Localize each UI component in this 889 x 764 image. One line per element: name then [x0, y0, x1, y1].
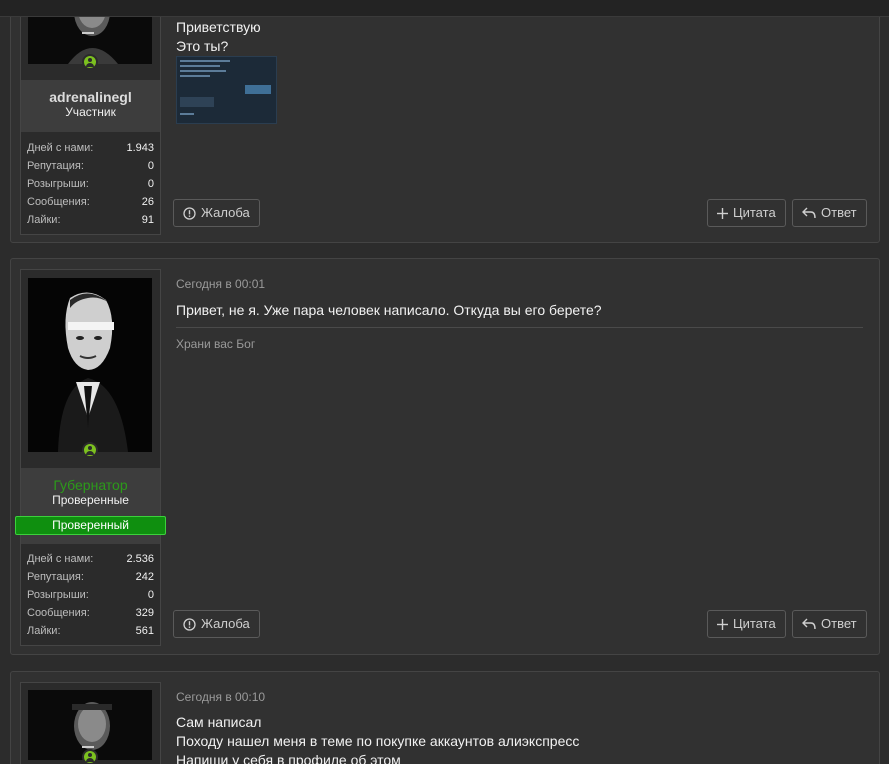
- report-label: Жалоба: [201, 616, 250, 631]
- message-line: Это ты?: [176, 38, 229, 54]
- stat-label: Розыгрыши:: [27, 178, 89, 190]
- stat-value: 329: [135, 607, 154, 619]
- post-1: adrenalinegl Участник Дней с нами: 1.943 …: [10, 0, 880, 243]
- stat-label: Сообщения:: [27, 196, 90, 208]
- report-label: Жалоба: [201, 205, 250, 220]
- post-3: Сегодня в 00:10 Сам написал Походу нашел…: [10, 671, 880, 764]
- quote-label: Цитата: [733, 616, 776, 631]
- online-user-icon: [82, 749, 98, 764]
- reply-icon: [802, 618, 816, 630]
- online-user-icon: [82, 442, 98, 458]
- report-icon: [183, 617, 196, 631]
- stat-value: 26: [141, 196, 154, 208]
- stat-row: Розыгрыши: 0: [27, 586, 154, 604]
- user-banner: Проверенный: [15, 516, 166, 535]
- plus-icon: [717, 618, 728, 630]
- stat-row: Репутация: 242: [27, 568, 154, 586]
- stat-label: Дней с нами:: [27, 553, 94, 565]
- stat-row: Репутация: 0: [27, 157, 154, 175]
- message-body: Привет, не я. Уже пара человек написало.…: [176, 301, 602, 320]
- quote-button[interactable]: Цитата: [707, 610, 786, 638]
- post-2: Губернатор Проверенные Проверенный Дней …: [10, 258, 880, 655]
- user-title: Участник: [65, 105, 116, 119]
- reply-icon: [802, 207, 816, 219]
- attached-image-thumbnail[interactable]: [176, 56, 277, 124]
- user-stats: Дней с нами: 2.536 Репутация: 242 Розыгрыш…: [27, 550, 154, 640]
- message-line: Сам написал: [176, 714, 262, 730]
- user-cell: [20, 682, 161, 764]
- stat-row: Лайки: 561: [27, 622, 154, 640]
- stat-label: Лайки:: [27, 214, 61, 226]
- post-date[interactable]: Сегодня в 00:10: [176, 690, 265, 704]
- stat-value: 0: [147, 178, 154, 190]
- plus-icon: [717, 207, 728, 219]
- user-cell: Губернатор Проверенные Проверенный Дней …: [15, 269, 166, 646]
- stat-label: Лайки:: [27, 625, 61, 637]
- user-cell: adrenalinegl Участник Дней с нами: 1.943 …: [20, 0, 161, 235]
- stat-value: 561: [135, 625, 154, 637]
- stat-row: Лайки: 91: [27, 211, 154, 229]
- stat-row: Сообщения: 26: [27, 193, 154, 211]
- top-bar: [0, 0, 889, 17]
- stat-label: Сообщения:: [27, 607, 90, 619]
- reply-button[interactable]: Ответ: [792, 199, 867, 227]
- reply-button[interactable]: Ответ: [792, 610, 867, 638]
- message-body: Сам написал Походу нашел меня в теме по …: [176, 713, 579, 764]
- message-line: Приветствую: [176, 19, 261, 35]
- user-title: Проверенные: [52, 493, 129, 507]
- report-button[interactable]: Жалоба: [173, 610, 260, 638]
- stat-value: 1.943: [126, 142, 154, 154]
- stat-label: Розыгрыши:: [27, 589, 89, 601]
- message-body: Приветствую Это ты?: [176, 18, 261, 56]
- reply-label: Ответ: [821, 205, 857, 220]
- stat-value: 2.536: [126, 553, 154, 565]
- stat-row: Сообщения: 329: [27, 604, 154, 622]
- avatar[interactable]: [28, 278, 152, 452]
- stat-label: Дней с нами:: [27, 142, 94, 154]
- stat-row: Розыгрыши: 0: [27, 175, 154, 193]
- stat-value: 242: [135, 571, 154, 583]
- stat-label: Репутация:: [27, 571, 84, 583]
- stat-value: 0: [147, 589, 154, 601]
- online-user-icon: [82, 54, 98, 70]
- message-line: Напиши у себя в профиле об этом: [176, 752, 401, 764]
- stat-value: 0: [147, 160, 154, 172]
- signature: Храни вас Бог: [176, 337, 256, 351]
- message-line: Походу нашел меня в теме по покупке акка…: [176, 733, 580, 749]
- message-line: Привет, не я. Уже пара человек написало.…: [176, 302, 602, 318]
- report-button[interactable]: Жалоба: [173, 199, 260, 227]
- username[interactable]: adrenalinegl: [21, 89, 160, 105]
- stat-row: Дней с нами: 1.943: [27, 139, 154, 157]
- quote-button[interactable]: Цитата: [707, 199, 786, 227]
- signature-divider: [176, 327, 863, 328]
- quote-label: Цитата: [733, 205, 776, 220]
- username[interactable]: Губернатор: [21, 477, 160, 493]
- user-stats: Дней с нами: 1.943 Репутация: 0 Розыгрыши:…: [27, 139, 154, 229]
- stat-value: 91: [141, 214, 154, 226]
- stat-label: Репутация:: [27, 160, 84, 172]
- user-name-block: adrenalinegl Участник: [21, 80, 160, 132]
- post-date[interactable]: Сегодня в 00:01: [176, 277, 265, 291]
- report-icon: [183, 206, 196, 220]
- reply-label: Ответ: [821, 616, 857, 631]
- stat-row: Дней с нами: 2.536: [27, 550, 154, 568]
